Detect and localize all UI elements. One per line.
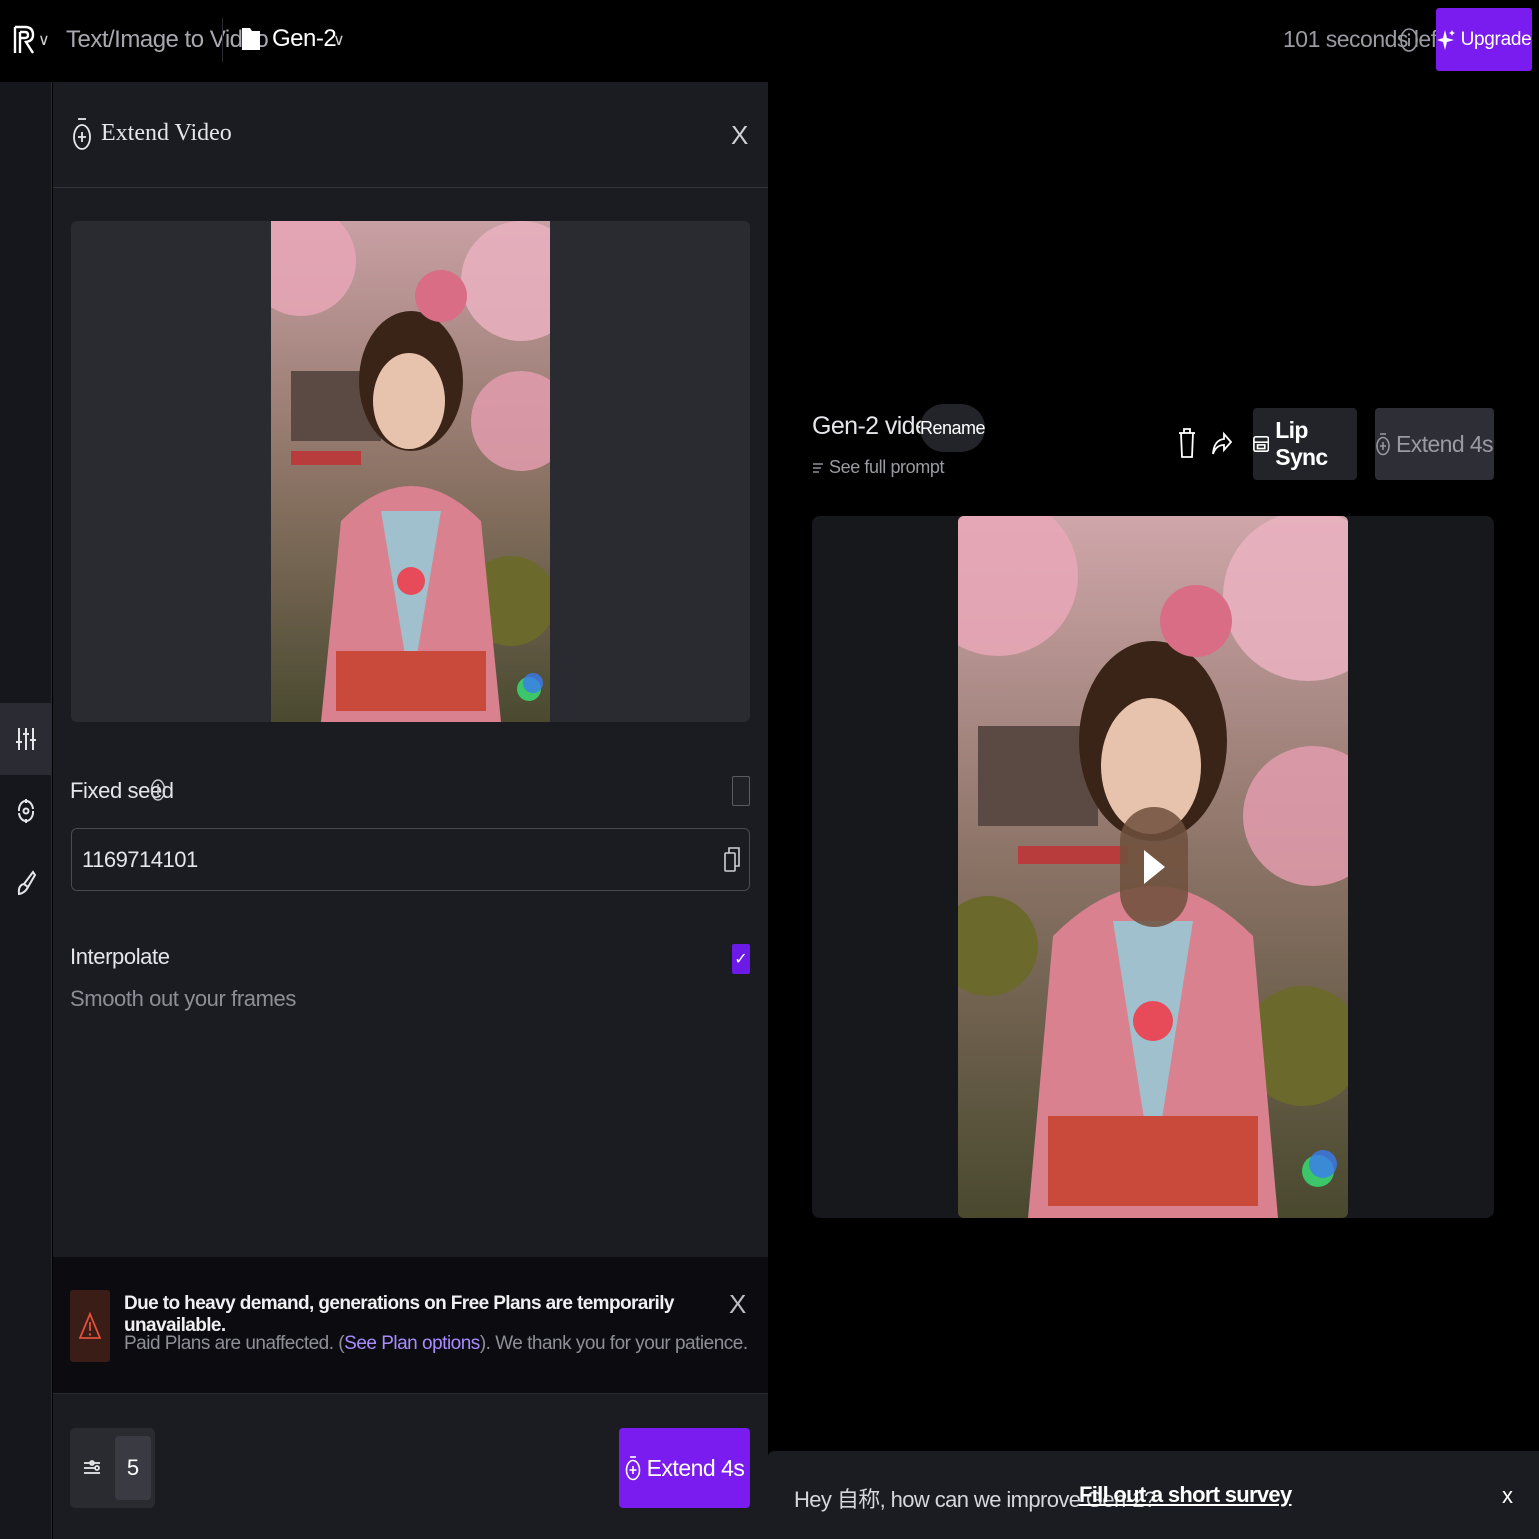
extend-timer-icon: [625, 1456, 640, 1481]
rename-button[interactable]: Rename: [920, 404, 986, 452]
upgrade-label: Upgrade: [1460, 28, 1532, 50]
alert-body-before: Paid Plans are unaffected. (: [124, 1333, 345, 1354]
project-name[interactable]: Gen-2: [272, 25, 337, 53]
motion-icon: [17, 799, 35, 823]
copy-icon[interactable]: [724, 845, 740, 873]
lip-sync-button[interactable]: Lip Sync: [1253, 408, 1357, 480]
extend-4s-button[interactable]: Extend 4s: [619, 1428, 750, 1508]
extend-4s-label: Extend 4s: [1396, 430, 1493, 457]
rail-item-motion[interactable]: [0, 775, 52, 847]
tool-rail: [0, 82, 52, 1539]
interpolate-description: Smooth out your frames: [70, 986, 296, 1011]
generation-count[interactable]: 5: [115, 1436, 151, 1500]
generation-count-control[interactable]: 5: [70, 1428, 155, 1508]
plan-options-link[interactable]: See Plan options: [344, 1333, 480, 1354]
survey-link[interactable]: Fill out a short survey: [1079, 1482, 1292, 1508]
alert-body-after: ). We thank you for your patience.: [479, 1333, 748, 1354]
extend-timer-icon: [1376, 433, 1390, 456]
interpolate-checkbox[interactable]: ✓: [732, 944, 750, 974]
source-video-preview: [71, 221, 750, 722]
seed-field[interactable]: 1169714101: [71, 828, 750, 891]
extend-video-panel: Extend Video X Fixed seed 1169714101 Int…: [53, 82, 768, 1539]
close-icon[interactable]: x: [1502, 1483, 1513, 1509]
rail-item-camera-settings[interactable]: [0, 703, 52, 775]
settings-lines-icon: [84, 1460, 100, 1474]
seed-value: 1169714101: [82, 847, 198, 872]
chevron-down-icon[interactable]: ∨: [333, 30, 345, 50]
lip-sync-icon: [1253, 435, 1270, 453]
survey-banner: Hey 自称, how can we improve Gen-2? Fill o…: [768, 1451, 1539, 1539]
mode-breadcrumb[interactable]: Text/Image to Video: [66, 26, 269, 54]
video-viewer: Gen-2 video Rename See full prompt Lip S…: [768, 82, 1539, 1539]
interpolate-label: Interpolate: [70, 944, 170, 969]
demand-alert: Due to heavy demand, generations on Free…: [53, 1257, 768, 1393]
lip-sync-label: Lip Sync: [1275, 417, 1328, 470]
share-icon[interactable]: [1212, 430, 1232, 458]
play-icon: [1144, 850, 1165, 884]
close-icon[interactable]: X: [729, 1289, 746, 1320]
chevron-down-icon[interactable]: ∨: [38, 30, 50, 50]
close-icon[interactable]: X: [731, 120, 748, 151]
divider: [222, 18, 223, 62]
see-full-prompt-label: See full prompt: [829, 457, 945, 477]
play-button[interactable]: [1120, 807, 1188, 927]
see-full-prompt-link[interactable]: See full prompt: [812, 457, 944, 478]
list-icon: [813, 462, 823, 473]
warning-icon-box: [70, 1290, 110, 1362]
panel-title: Extend Video: [101, 120, 232, 146]
sliders-icon: [16, 728, 36, 750]
video-player[interactable]: [812, 516, 1494, 1218]
extend-timer-icon: [73, 118, 91, 150]
info-icon[interactable]: [150, 778, 166, 802]
upgrade-button[interactable]: Upgrade: [1436, 8, 1532, 71]
alert-body: Paid Plans are unaffected. (See Plan opt…: [124, 1333, 748, 1355]
checkmark-icon: ✓: [734, 951, 748, 968]
warning-icon: [79, 1311, 101, 1339]
sparkle-icon: [1436, 29, 1455, 50]
panel-footer: 5 Extend 4s: [53, 1393, 768, 1539]
alert-title: Due to heavy demand, generations on Free…: [124, 1293, 674, 1336]
runway-logo-icon[interactable]: [12, 24, 36, 56]
extend-4s-button-secondary[interactable]: Extend 4s: [1375, 408, 1494, 480]
info-icon[interactable]: [1399, 27, 1419, 53]
extend-label: Extend 4s: [646, 1454, 745, 1481]
rail-item-brush[interactable]: [0, 847, 52, 919]
folder-icon: [242, 28, 260, 50]
panel-header: Extend Video X: [53, 82, 768, 188]
trash-icon[interactable]: [1178, 427, 1196, 459]
top-bar: ∨ Text/Image to Video Gen-2 ∨ 101 second…: [0, 0, 1539, 82]
preview-image: [271, 221, 550, 722]
brush-icon: [17, 870, 37, 896]
fixed-seed-checkbox[interactable]: [732, 776, 750, 806]
